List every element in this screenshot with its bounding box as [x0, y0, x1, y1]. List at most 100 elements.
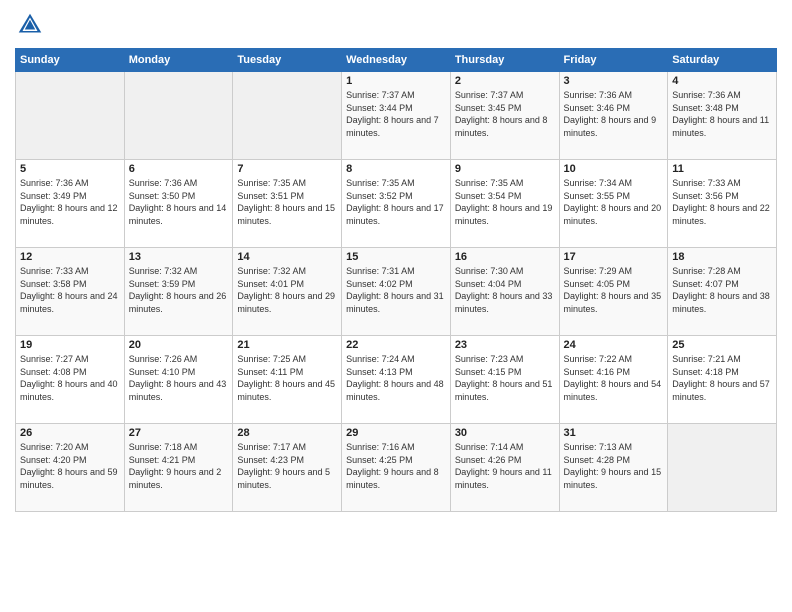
day-number: 24 [564, 339, 664, 351]
day-number: 15 [346, 251, 446, 263]
day-info: Sunrise: 7:27 AM Sunset: 4:08 PM Dayligh… [20, 353, 120, 403]
calendar-cell: 18Sunrise: 7:28 AM Sunset: 4:07 PM Dayli… [668, 248, 777, 336]
calendar-cell: 14Sunrise: 7:32 AM Sunset: 4:01 PM Dayli… [233, 248, 342, 336]
calendar-cell [124, 72, 233, 160]
day-info: Sunrise: 7:28 AM Sunset: 4:07 PM Dayligh… [672, 265, 772, 315]
day-info: Sunrise: 7:33 AM Sunset: 3:58 PM Dayligh… [20, 265, 120, 315]
calendar-cell: 8 Sunrise: 7:35 AM Sunset: 3:52 PM Daylig… [342, 160, 451, 248]
day-number: 20 [129, 339, 229, 351]
calendar-cell: 17 Sunrise: 7:29 AM Sunset: 4:05 PM Dayli… [559, 248, 668, 336]
day-number: 8 [346, 163, 446, 175]
calendar-cell [233, 72, 342, 160]
weekday-header-monday: Monday [124, 49, 233, 72]
calendar-cell: 31Sunrise: 7:13 AM Sunset: 4:28 PM Dayli… [559, 424, 668, 512]
day-info: Sunrise: 7:36 AM Sunset: 3:49 PM Dayligh… [20, 177, 120, 227]
day-number: 25 [672, 339, 772, 351]
calendar-cell: 19 Sunrise: 7:27 AM Sunset: 4:08 PM Dayli… [16, 336, 125, 424]
day-info: Sunrise: 7:25 AM Sunset: 4:11 PM Dayligh… [237, 353, 337, 403]
day-info: Sunrise: 7:35 AM Sunset: 3:54 PM Dayligh… [455, 177, 555, 227]
day-number: 10 [564, 163, 664, 175]
weekday-header-friday: Friday [559, 49, 668, 72]
day-info: Sunrise: 7:24 AM Sunset: 4:13 PM Dayligh… [346, 353, 446, 403]
day-info: Sunrise: 7:37 AM Sunset: 3:45 PM Dayligh… [455, 89, 555, 139]
calendar-cell: 9 Sunrise: 7:35 AM Sunset: 3:54 PM Daylig… [450, 160, 559, 248]
day-number: 4 [672, 75, 772, 87]
calendar-cell: 6 Sunrise: 7:36 AM Sunset: 3:50 PM Daylig… [124, 160, 233, 248]
day-number: 1 [346, 75, 446, 87]
day-number: 19 [20, 339, 120, 351]
calendar-cell: 15 Sunrise: 7:31 AM Sunset: 4:02 PM Dayli… [342, 248, 451, 336]
page: SundayMondayTuesdayWednesdayThursdayFrid… [0, 0, 792, 612]
day-number: 11 [672, 163, 772, 175]
header [15, 10, 777, 40]
day-info: Sunrise: 7:29 AM Sunset: 4:05 PM Dayligh… [564, 265, 664, 315]
day-info: Sunrise: 7:31 AM Sunset: 4:02 PM Dayligh… [346, 265, 446, 315]
day-number: 28 [237, 427, 337, 439]
day-info: Sunrise: 7:36 AM Sunset: 3:46 PM Dayligh… [564, 89, 664, 139]
day-info: Sunrise: 7:13 AM Sunset: 4:28 PM Dayligh… [564, 441, 664, 491]
calendar-week-row: 12 Sunrise: 7:33 AM Sunset: 3:58 PM Dayli… [16, 248, 777, 336]
calendar-cell: 5 Sunrise: 7:36 AM Sunset: 3:49 PM Daylig… [16, 160, 125, 248]
calendar-week-row: 5 Sunrise: 7:36 AM Sunset: 3:49 PM Daylig… [16, 160, 777, 248]
day-number: 29 [346, 427, 446, 439]
day-number: 13 [129, 251, 229, 263]
calendar-cell: 29 Sunrise: 7:16 AM Sunset: 4:25 PM Dayli… [342, 424, 451, 512]
day-info: Sunrise: 7:35 AM Sunset: 3:51 PM Dayligh… [237, 177, 337, 227]
day-info: Sunrise: 7:18 AM Sunset: 4:21 PM Dayligh… [129, 441, 229, 491]
day-number: 30 [455, 427, 555, 439]
day-number: 12 [20, 251, 120, 263]
calendar-cell: 23Sunrise: 7:23 AM Sunset: 4:15 PM Dayli… [450, 336, 559, 424]
day-info: Sunrise: 7:17 AM Sunset: 4:23 PM Dayligh… [237, 441, 337, 491]
calendar-week-row: 26 Sunrise: 7:20 AM Sunset: 4:20 PM Dayli… [16, 424, 777, 512]
day-info: Sunrise: 7:36 AM Sunset: 3:50 PM Dayligh… [129, 177, 229, 227]
day-info: Sunrise: 7:20 AM Sunset: 4:20 PM Dayligh… [20, 441, 120, 491]
day-number: 26 [20, 427, 120, 439]
day-info: Sunrise: 7:32 AM Sunset: 4:01 PM Dayligh… [237, 265, 337, 315]
calendar-cell: 28 Sunrise: 7:17 AM Sunset: 4:23 PM Dayli… [233, 424, 342, 512]
day-number: 2 [455, 75, 555, 87]
day-info: Sunrise: 7:14 AM Sunset: 4:26 PM Dayligh… [455, 441, 555, 491]
day-info: Sunrise: 7:33 AM Sunset: 3:56 PM Dayligh… [672, 177, 772, 227]
calendar-cell: 16Sunrise: 7:30 AM Sunset: 4:04 PM Dayli… [450, 248, 559, 336]
day-number: 9 [455, 163, 555, 175]
calendar-cell: 25 Sunrise: 7:21 AM Sunset: 4:18 PM Dayli… [668, 336, 777, 424]
day-number: 16 [455, 251, 555, 263]
calendar-cell: 12 Sunrise: 7:33 AM Sunset: 3:58 PM Dayli… [16, 248, 125, 336]
weekday-header-sunday: Sunday [16, 49, 125, 72]
calendar-cell: 4Sunrise: 7:36 AM Sunset: 3:48 PM Daylig… [668, 72, 777, 160]
logo [15, 10, 49, 40]
day-number: 27 [129, 427, 229, 439]
day-info: Sunrise: 7:21 AM Sunset: 4:18 PM Dayligh… [672, 353, 772, 403]
calendar-cell: 22 Sunrise: 7:24 AM Sunset: 4:13 PM Dayli… [342, 336, 451, 424]
day-number: 5 [20, 163, 120, 175]
day-number: 17 [564, 251, 664, 263]
calendar-cell [16, 72, 125, 160]
weekday-header-tuesday: Tuesday [233, 49, 342, 72]
calendar-week-row: 1 Sunrise: 7:37 AM Sunset: 3:44 PM Daylig… [16, 72, 777, 160]
logo-icon [15, 10, 45, 40]
calendar-table: SundayMondayTuesdayWednesdayThursdayFrid… [15, 48, 777, 512]
day-info: Sunrise: 7:32 AM Sunset: 3:59 PM Dayligh… [129, 265, 229, 315]
day-number: 21 [237, 339, 337, 351]
weekday-header-wednesday: Wednesday [342, 49, 451, 72]
day-info: Sunrise: 7:26 AM Sunset: 4:10 PM Dayligh… [129, 353, 229, 403]
calendar-cell: 27 Sunrise: 7:18 AM Sunset: 4:21 PM Dayli… [124, 424, 233, 512]
calendar-cell: 20 Sunrise: 7:26 AM Sunset: 4:10 PM Dayli… [124, 336, 233, 424]
day-info: Sunrise: 7:35 AM Sunset: 3:52 PM Dayligh… [346, 177, 446, 227]
day-info: Sunrise: 7:37 AM Sunset: 3:44 PM Dayligh… [346, 89, 446, 139]
calendar-cell [668, 424, 777, 512]
calendar-cell: 30 Sunrise: 7:14 AM Sunset: 4:26 PM Dayli… [450, 424, 559, 512]
calendar-cell: 7 Sunrise: 7:35 AM Sunset: 3:51 PM Daylig… [233, 160, 342, 248]
calendar-cell: 3Sunrise: 7:36 AM Sunset: 3:46 PM Daylig… [559, 72, 668, 160]
weekday-header-thursday: Thursday [450, 49, 559, 72]
calendar-cell: 24Sunrise: 7:22 AM Sunset: 4:16 PM Dayli… [559, 336, 668, 424]
calendar-cell: 2 Sunrise: 7:37 AM Sunset: 3:45 PM Daylig… [450, 72, 559, 160]
calendar-cell: 13 Sunrise: 7:32 AM Sunset: 3:59 PM Dayli… [124, 248, 233, 336]
day-number: 23 [455, 339, 555, 351]
day-number: 6 [129, 163, 229, 175]
day-number: 7 [237, 163, 337, 175]
calendar-cell: 11 Sunrise: 7:33 AM Sunset: 3:56 PM Dayli… [668, 160, 777, 248]
day-info: Sunrise: 7:16 AM Sunset: 4:25 PM Dayligh… [346, 441, 446, 491]
day-info: Sunrise: 7:34 AM Sunset: 3:55 PM Dayligh… [564, 177, 664, 227]
day-number: 22 [346, 339, 446, 351]
